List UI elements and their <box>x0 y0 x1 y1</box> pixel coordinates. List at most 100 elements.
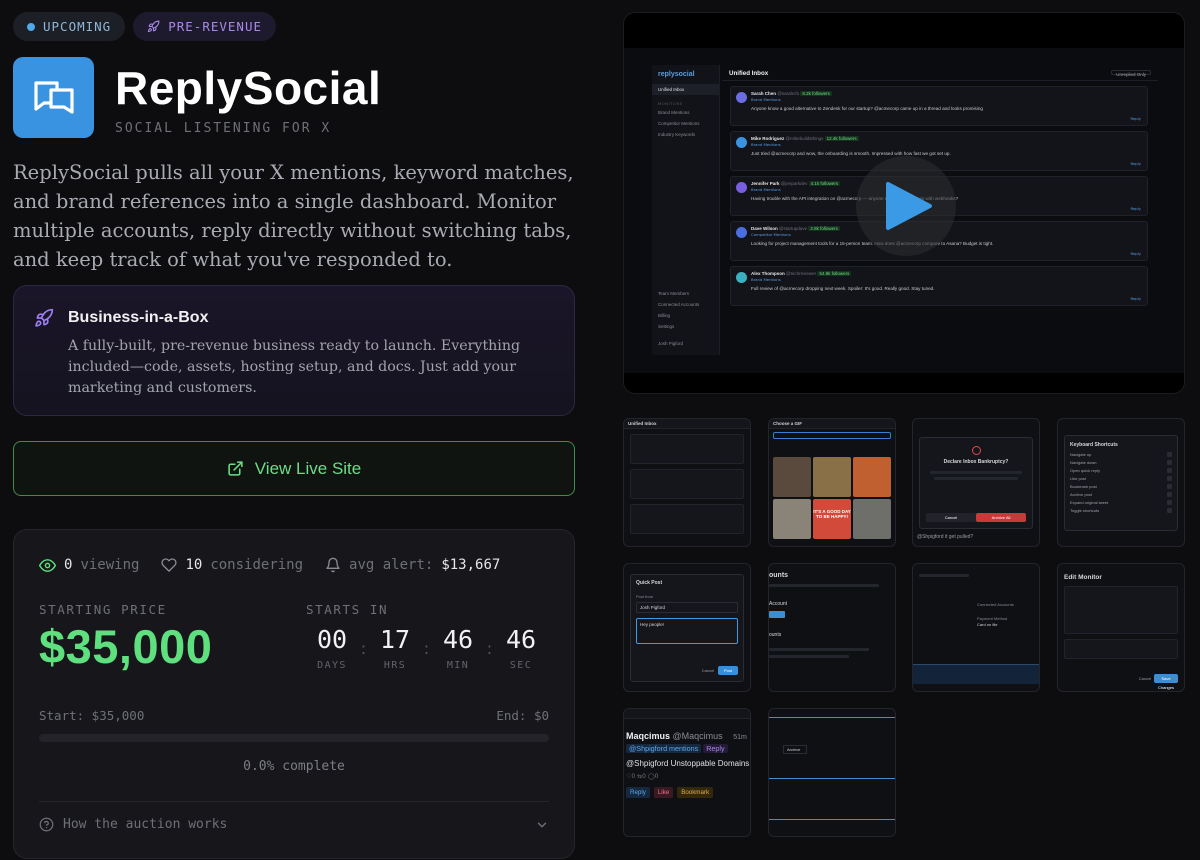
sidebar-item: Unified Inbox <box>652 84 719 95</box>
starting-price: $35,000 <box>39 620 213 673</box>
post-metrics: ♡0 ⇆0 ◯0 <box>626 773 659 780</box>
starting-price-label: STARTING PRICE <box>39 602 167 617</box>
avatar <box>736 227 747 238</box>
post-from-user: Josh Pigford <box>636 602 738 613</box>
avg-alert-stat: avg alert: $13,667 <box>325 557 500 573</box>
play-button[interactable] <box>856 156 956 256</box>
product-description: ReplySocial pulls all your X mentions, k… <box>13 161 574 271</box>
sidebar-section: MONITORS <box>658 101 683 106</box>
viewing-stat: 0 viewing <box>39 557 139 574</box>
key-icon <box>1167 460 1172 465</box>
mention-tag: @Shpigford mentions <box>626 744 702 753</box>
monitor-tag: Brand Mentions <box>751 142 781 147</box>
post-author: Sarah Chen <box>751 91 777 96</box>
sidebar-item: Team Members <box>658 291 690 296</box>
post-text: Anyone know a good alternative to Zendes… <box>751 106 983 111</box>
post-text: @Shpigford Unstoppable Domains 10 <box>626 759 751 768</box>
billing-value: Card on file <box>977 622 998 627</box>
listing-details: UPCOMING PRE-REVENUE ReplySocial SOCIAL … <box>13 12 575 859</box>
post-author: Jennifer Park <box>751 181 780 186</box>
view-live-site-button[interactable]: View Live Site <box>13 441 575 496</box>
eye-icon <box>39 558 56 572</box>
thumb-header: Choose a GIF <box>769 419 895 429</box>
post-submit: Post <box>718 666 738 675</box>
gallery-thumbnail[interactable]: Unified Inbox <box>623 418 751 547</box>
gallery-thumbnail[interactable]: Edit Monitor Cancel Save Changes <box>1057 563 1185 692</box>
status-dot-icon <box>27 22 35 31</box>
post-handle: @techreviewer <box>786 271 817 276</box>
shortcut-list: Navigate up Navigate down Open quick reply… <box>1070 452 1172 513</box>
pre-revenue-badge: PRE-REVENUE <box>133 12 277 41</box>
rocket-icon <box>148 20 160 33</box>
gif-caption: IT'S A GOOD DAY TO BE HAPPY! <box>813 499 851 539</box>
shortcut-item: Like post <box>1070 476 1172 481</box>
countdown-separator: : <box>486 639 493 658</box>
gallery-thumbnail[interactable]: Archive <box>768 708 896 837</box>
gallery-thumbnail[interactable]: Maqcimus @Maqcimus 51m @Shpigford mentio… <box>623 708 751 837</box>
gallery-thumbnail[interactable]: Choose a GIF IT'S A GOOD DAY TO BE HAPPY… <box>768 418 896 547</box>
avatar <box>736 92 747 103</box>
shortcut-label: Bookmark post <box>1070 484 1097 489</box>
shortcut-label: Toggle shortcuts <box>1070 508 1100 513</box>
countdown-seconds: 46 <box>505 625 537 654</box>
post-author: Maqcimus <box>626 731 671 741</box>
gallery-thumbnail[interactable]: Keyboard Shortcuts Navigate up Navigate d… <box>1057 418 1185 547</box>
post-handle: @startupdave <box>778 226 808 231</box>
post-author: Dave Wilson <box>751 226 778 231</box>
sidebar-item: Brand Mentions <box>658 110 690 115</box>
sidebar-item: Billing <box>658 313 671 318</box>
viewing-count: 0 <box>64 557 73 573</box>
post-from-label: Post from <box>636 594 654 599</box>
sidebar-item: Competitor Mentions <box>658 121 700 126</box>
starts-in-label: STARTS IN <box>306 602 389 617</box>
modal-cancel: Cancel <box>926 513 976 522</box>
shortcut-label: Like post <box>1070 476 1087 481</box>
considering-count: 10 <box>185 557 203 573</box>
product-tagline: SOCIAL LISTENING FOR X <box>115 121 332 136</box>
monitor-tag: Brand Mentions <box>751 277 781 282</box>
post-card: Sarah Chen @sarahcfo 8.2k followers Brand… <box>730 86 1148 126</box>
modal-title: Declare Inbox Bankruptcy? <box>943 459 1009 465</box>
monitor-cancel: Cancel <box>1138 676 1152 681</box>
post-text: Looking for project management tools for… <box>751 241 994 246</box>
chat-bubbles-icon <box>13 57 94 138</box>
sidebar-item: Settings <box>658 324 675 329</box>
thumb-footer: @Shpigford it get pulled? <box>917 534 974 540</box>
countdown-minutes-label: MIN <box>446 660 470 671</box>
upcoming-badge: UPCOMING <box>13 12 126 41</box>
post-card: Alex Thompson @techreviewer 54.8k follow… <box>730 266 1148 306</box>
key-icon <box>1167 492 1172 497</box>
external-link-icon <box>228 461 243 476</box>
app-filter: Unreplied Only <box>1111 70 1151 77</box>
bell-icon <box>326 557 340 573</box>
countdown-separator: : <box>360 639 367 658</box>
gallery-thumbnail[interactable]: Quick Post Post from Josh Pigford Hey pe… <box>623 563 751 692</box>
auction-stats: 0 viewing 10 considering avg alert: $13,… <box>39 555 549 575</box>
post-text: Just tried @acmecorp and wow, the onboar… <box>751 151 951 156</box>
auction-progress-bar <box>39 734 549 742</box>
start-price-label: Start: $35,000 <box>39 708 145 723</box>
post-handle: @mikebuildsthings <box>785 136 824 141</box>
post-bookmark-button: Bookmark <box>677 787 714 798</box>
billing-label: Connected Accounts <box>977 602 1014 607</box>
brand-header: ReplySocial SOCIAL LISTENING FOR X <box>13 57 381 138</box>
video-preview[interactable]: replysocial Unified Inbox MONITORS Brand… <box>623 12 1185 394</box>
gallery-thumbnail[interactable]: ounts Account ounts <box>768 563 896 692</box>
countdown-separator: : <box>423 639 430 658</box>
post-handle: @jenparkdev <box>780 181 808 186</box>
shortcut-item: Navigate down <box>1070 460 1172 465</box>
how-auction-works-label: How the auction works <box>63 817 228 832</box>
gallery-thumbnail[interactable]: Declare Inbox Bankruptcy? Cancel Archive… <box>912 418 1040 547</box>
monitor-tag: Brand Mentions <box>751 97 781 102</box>
countdown-days-label: DAYS <box>317 660 347 671</box>
gallery-thumbnail[interactable]: Connected Accounts Payment Method Card o… <box>912 563 1040 692</box>
key-icon <box>1167 468 1172 473</box>
how-auction-works-toggle[interactable]: How the auction works <box>39 817 549 832</box>
follower-badge: 8.2k followers <box>800 91 832 96</box>
heart-icon <box>161 558 178 572</box>
avatar <box>736 182 747 193</box>
viewing-label: viewing <box>80 557 140 573</box>
post-card: Mike Rodriguez @mikebuildsthings 12.4k f… <box>730 131 1148 171</box>
sidebar-item: Connected Accounts <box>658 302 700 307</box>
end-price-label: End: $0 <box>496 708 549 723</box>
